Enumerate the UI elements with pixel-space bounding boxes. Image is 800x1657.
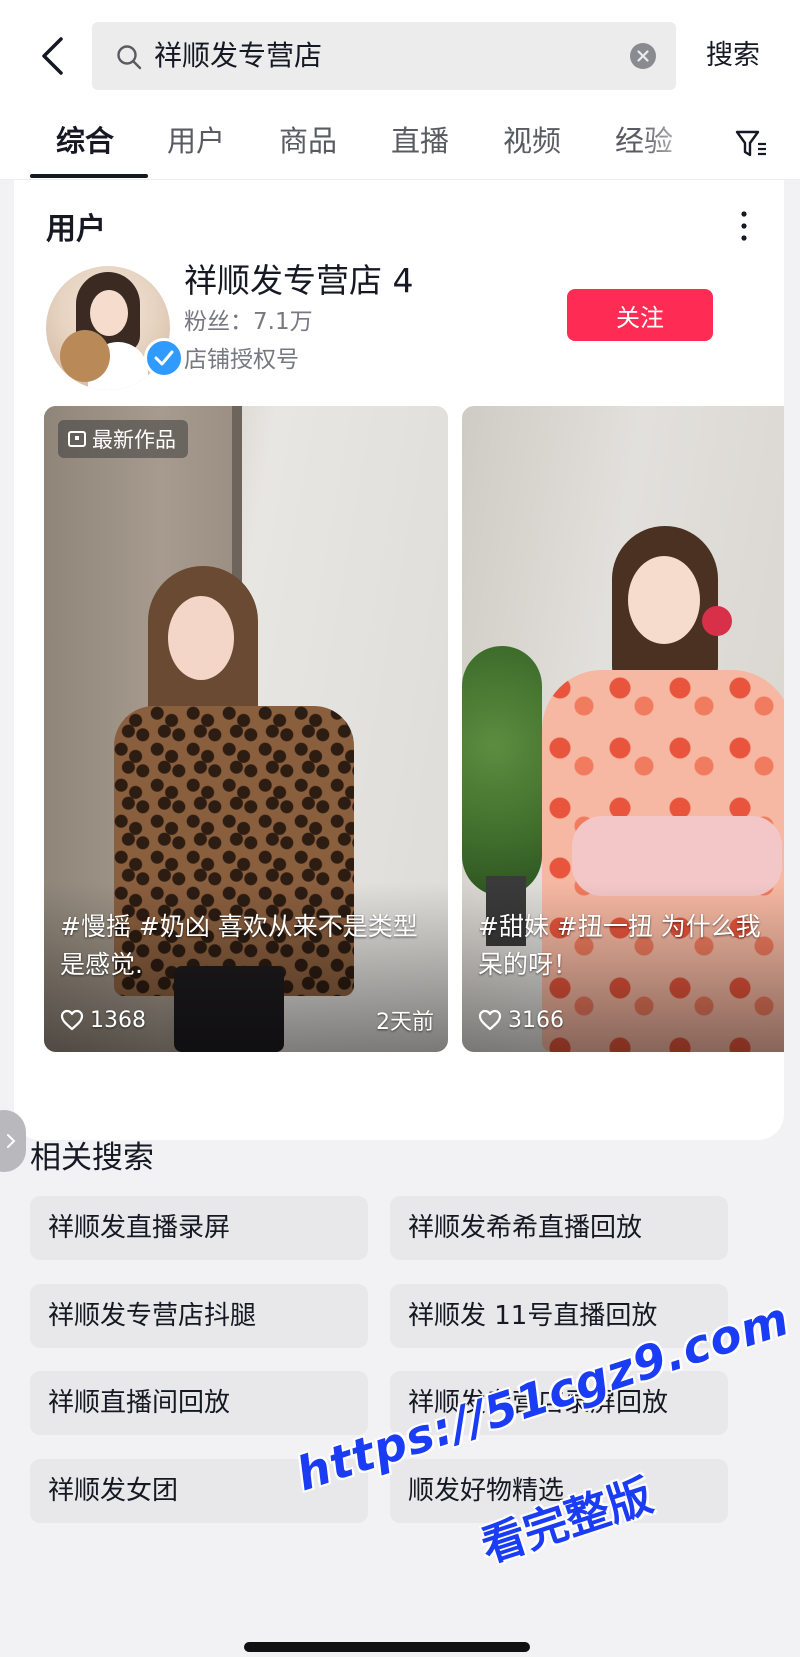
related-search-chip[interactable]: 祥顺发希希直播回放 — [390, 1196, 728, 1260]
video-caption-line: #慢摇 #奶凶 喜欢从来不是类型 — [60, 912, 418, 941]
related-search-chip[interactable]: 祥顺发专营店抖腿 — [30, 1284, 368, 1348]
latest-work-label: 最新作品 — [92, 428, 176, 452]
side-drawer-handle[interactable] — [0, 1110, 26, 1172]
search-query: 祥顺发专营店 — [154, 39, 323, 72]
tab-comprehensive[interactable]: 综合 — [56, 110, 114, 180]
related-searches-title: 相关搜索 — [30, 1140, 154, 1176]
video-stats: 3166 — [478, 1002, 784, 1038]
clear-icon[interactable] — [630, 43, 656, 69]
verified-badge-icon — [144, 338, 184, 378]
search-header: 祥顺发专营店 搜索 — [0, 0, 800, 110]
heart-icon — [478, 1009, 502, 1031]
latest-work-badge: 最新作品 — [58, 420, 188, 458]
home-indicator — [244, 1642, 530, 1652]
section-title: 用户 — [46, 212, 106, 247]
like-count: 1368 — [90, 1007, 146, 1033]
video-icon — [68, 431, 86, 447]
video-thumbnail[interactable]: #甜妹 #扭一扭 为什么我 呆的呀！ 3166 — [462, 406, 784, 1052]
follow-button[interactable]: 关注 — [567, 289, 713, 341]
search-icon — [117, 45, 142, 70]
video-caption: #慢摇 #奶凶 喜欢从来不是类型 是感觉. — [60, 908, 440, 984]
tab-users[interactable]: 用户 — [167, 110, 225, 180]
search-submit-button[interactable]: 搜索 — [706, 30, 760, 82]
heart-icon — [60, 1009, 84, 1031]
video-caption-line: 呆的呀！ — [478, 950, 579, 979]
user-name[interactable]: 祥顺发专营店 4 — [184, 254, 414, 302]
tab-products[interactable]: 商品 — [279, 110, 337, 180]
video-caption: #甜妹 #扭一扭 为什么我 呆的呀！ — [478, 908, 784, 984]
like-count: 3166 — [508, 1007, 564, 1033]
tab-videos[interactable]: 视频 — [503, 110, 561, 180]
chevron-right-icon — [7, 1134, 16, 1148]
fans-count: 粉丝：7.1万 — [184, 309, 313, 335]
tab-fade-overlay — [640, 110, 730, 176]
back-button[interactable] — [30, 30, 74, 82]
search-tabs: 综合 用户 商品 直播 视频 经验 — [0, 110, 800, 180]
user-result-card: 用户 祥顺发专营店 4 粉丝：7.1万 店铺授权号 关注 最新作品 #慢摇 #奶… — [14, 180, 784, 1140]
related-search-chip[interactable]: 祥顺直播间回放 — [30, 1371, 368, 1435]
video-caption-line: #甜妹 #扭一扭 为什么我 — [478, 912, 761, 941]
tab-live[interactable]: 直播 — [391, 110, 449, 180]
account-tag: 店铺授权号 — [184, 347, 299, 373]
search-input[interactable]: 祥顺发专营店 — [92, 22, 676, 90]
video-stats: 1368 2天前 — [60, 1002, 434, 1038]
chevron-left-icon — [42, 37, 63, 75]
video-thumbnail[interactable]: 最新作品 #慢摇 #奶凶 喜欢从来不是类型 是感觉. 1368 2天前 — [44, 406, 448, 1052]
video-caption-line: 是感觉. — [60, 950, 143, 979]
active-tab-indicator — [30, 174, 148, 178]
more-options-icon[interactable] — [734, 208, 754, 244]
related-search-chip[interactable]: 祥顺发直播录屏 — [30, 1196, 368, 1260]
filter-icon[interactable] — [734, 127, 768, 161]
video-time: 2天前 — [376, 1010, 434, 1035]
